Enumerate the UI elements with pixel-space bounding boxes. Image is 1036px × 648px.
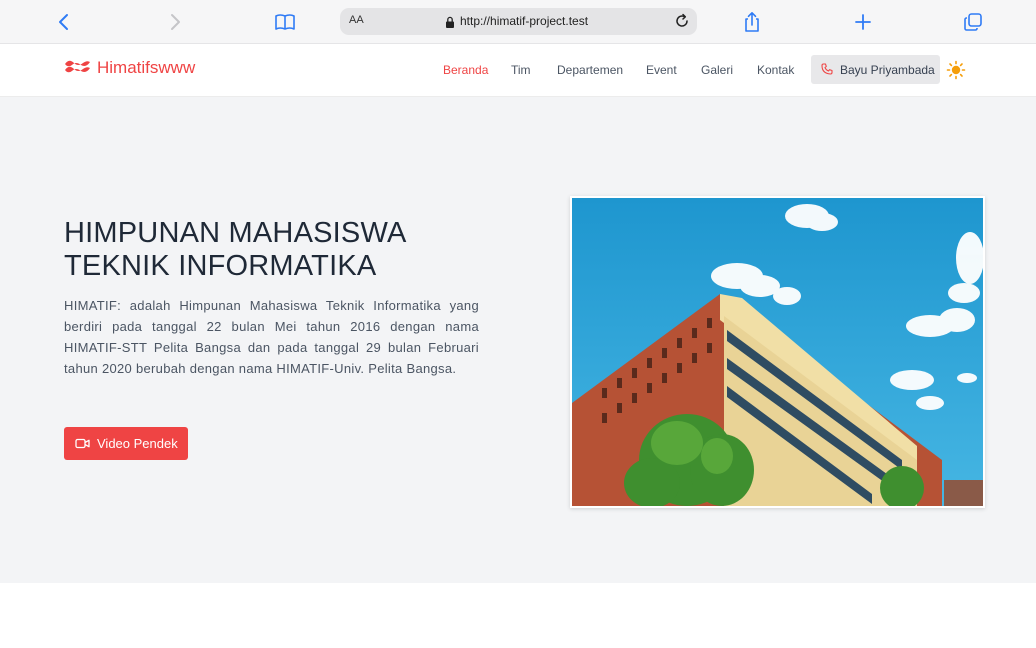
contact-button-label: Bayu Priyambada [840,62,935,77]
next-section [0,583,1036,648]
contact-button[interactable]: Bayu Priyambada [811,55,940,84]
campus-building-photo [570,196,985,508]
new-tab-icon[interactable] [852,10,874,34]
hero-section: HIMPUNAN MAHASISWA TEKNIK INFORMATIKA HI… [0,97,1036,583]
nav-link-departemen[interactable]: Departemen [557,63,623,77]
nav-link-galeri[interactable]: Galeri [701,63,733,77]
video-button-label: Video Pendek [97,436,178,451]
nav-link-kontak[interactable]: Kontak [757,63,794,77]
nav-link-event[interactable]: Event [646,63,677,77]
hero-title-line-1: HIMPUNAN MAHASISWA [64,217,407,249]
lock-icon [445,14,455,33]
video-button[interactable]: Video Pendek [64,427,188,460]
text-size-button[interactable]: AA [349,14,364,26]
brand-name: Himatifswww [97,58,196,77]
nav-link-beranda[interactable]: Beranda [443,63,488,77]
sun-icon[interactable] [946,60,966,84]
logo-wave-icon [64,58,91,78]
video-camera-icon [75,434,90,453]
share-icon[interactable] [741,10,763,34]
back-icon[interactable] [54,10,74,34]
address-bar[interactable]: AA http://himatif-project.test [340,8,697,35]
phone-icon [821,60,833,79]
forward-icon[interactable] [165,10,185,34]
reload-icon[interactable] [673,12,691,34]
brand[interactable]: Himatifswww [64,58,195,78]
tabs-overview-icon[interactable] [962,10,984,34]
hero-description: HIMATIF: adalah Himpunan Mahasiswa Tekni… [64,298,479,376]
bookmarks-icon[interactable] [273,10,297,34]
hero-title-line-2: TEKNIK INFORMATIKA [64,250,377,282]
url-text[interactable]: http://himatif-project.test [460,14,588,28]
browser-toolbar: AA http://himatif-project.test [0,0,1036,44]
site-navbar: Himatifswww Beranda Tim Departemen Event… [0,44,1036,97]
nav-link-tim[interactable]: Tim [511,63,531,77]
hero-title: HIMPUNAN MAHASISWA TEKNIK INFORMATIKA [64,217,484,283]
